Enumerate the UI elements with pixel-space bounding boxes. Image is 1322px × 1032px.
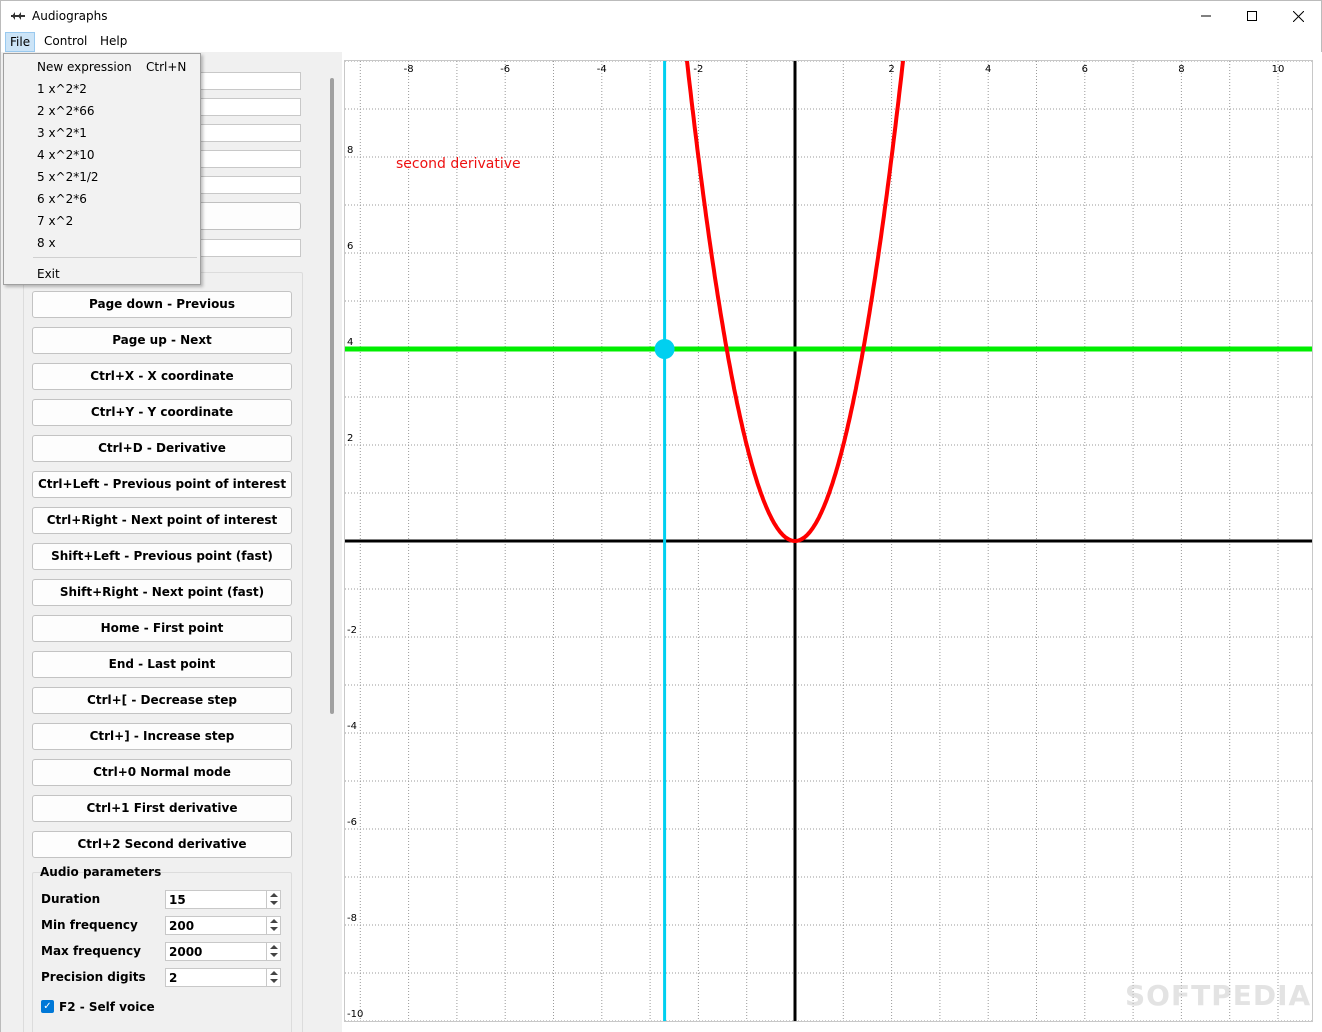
self-voice-checkbox[interactable]: ✓ [41,1000,54,1013]
maximize-icon [1247,11,1257,21]
spin-up-icon[interactable] [270,971,278,975]
menu-recent-expression[interactable]: 1 x^2*2 [37,82,87,96]
menu-new-expression[interactable]: New expression [37,60,132,74]
command-button[interactable]: Ctrl+0 Normal mode [32,759,292,786]
menu-recent-expression[interactable]: 2 x^2*66 [37,104,95,118]
command-button[interactable]: Shift+Right - Next point (fast) [32,579,292,606]
minimize-button[interactable] [1183,1,1229,31]
command-button[interactable]: Page down - Previous [32,291,292,318]
menu-new-expression-shortcut: Ctrl+N [146,60,187,74]
close-icon [1292,10,1304,22]
y-tick-label: -6 [347,817,357,828]
minimize-icon [1201,15,1211,17]
spin-down-icon[interactable] [270,901,278,905]
param-value: 200 [169,919,195,933]
spin-down-icon[interactable] [270,979,278,983]
graph-canvas[interactable]: -8 -6 -4 -2 2 4 6 8 10 8 6 4 2 -2 -4 -6 -8 -10 second deri… [344,32,1313,1022]
spin-arrows[interactable] [266,943,280,960]
window-title: Audiographs [32,9,108,23]
spin-arrows[interactable] [266,891,280,908]
x-tick-label: -4 [597,64,607,75]
y-tick-label: -4 [347,721,357,732]
title-bar: Audiographs [0,0,1322,31]
self-voice-label: F2 - Self voice [59,1000,155,1014]
x-tick-label: 2 [888,64,894,75]
command-button[interactable]: Ctrl+[ - Decrease step [32,687,292,714]
y-tick-label: 2 [347,433,353,444]
close-button[interactable] [1275,1,1321,31]
menu-file[interactable]: File [5,32,36,52]
param-label: Max frequency [41,944,141,958]
y-tick-label: -2 [347,625,357,636]
command-button[interactable]: Ctrl+Y - Y coordinate [32,399,292,426]
command-button[interactable]: Home - First point [32,615,292,642]
menu-recent-expression[interactable]: 3 x^2*1 [37,126,87,140]
x-tick-label: 6 [1082,64,1088,75]
param-spinbox[interactable]: 15 [165,890,281,909]
y-tick-label: 4 [347,337,353,348]
param-label: Precision digits [41,970,146,984]
panel-scrollbar[interactable] [319,64,337,1032]
menu-recent-expression[interactable]: 4 x^2*10 [37,148,95,162]
command-button[interactable]: End - Last point [32,651,292,678]
spin-arrows[interactable] [266,917,280,934]
y-tick-label: 8 [347,145,353,156]
command-button[interactable]: Ctrl+Left - Previous point of interest [32,471,292,498]
y-tick-label: -10 [347,1009,363,1020]
param-value: 2000 [169,945,203,959]
maximize-button[interactable] [1229,1,1275,31]
app-icon [11,12,25,20]
y-tick-label: -8 [347,913,357,924]
param-spinbox[interactable]: 2 [165,968,281,987]
x-tick-label: -6 [500,64,510,75]
x-tick-label: 8 [1178,64,1184,75]
menu-bar: File Control Help [0,31,1322,52]
y-tick-label: 6 [347,241,353,252]
menu-recent-expression[interactable]: 7 x^2 [37,214,73,228]
cursor-point [654,339,675,359]
spin-up-icon[interactable] [270,945,278,949]
file-menu-dropdown: New expression Ctrl+N 1 x^2*2 2 x^2*66 3 x… [3,53,201,285]
menu-recent-expression[interactable]: 8 x [37,236,56,250]
graph-mode-label: second derivative [396,156,521,172]
audio-parameters-title: Audio parameters [40,865,162,879]
spin-up-icon[interactable] [270,893,278,897]
spin-down-icon[interactable] [270,927,278,931]
x-tick-label: -8 [404,64,414,75]
graph-plot: -8 -6 -4 -2 2 4 6 8 10 8 6 4 2 -2 -4 -6 -8 -10 second deri… [345,32,1312,1022]
param-label: Duration [41,892,101,906]
watermark: SOFTPEDIA [1125,979,1312,1012]
menu-help[interactable]: Help [96,34,131,48]
param-spinbox[interactable]: 200 [165,916,281,935]
x-tick-label: -2 [693,64,703,75]
param-value: 15 [169,893,186,907]
command-button[interactable]: Ctrl+D - Derivative [32,435,292,462]
command-button[interactable]: Ctrl+2 Second derivative [32,831,292,858]
param-label: Min frequency [41,918,138,932]
command-button[interactable]: Ctrl+] - Increase step [32,723,292,750]
menu-exit[interactable]: Exit [37,267,60,281]
menu-separator [33,257,197,258]
spin-arrows[interactable] [266,969,280,986]
param-spinbox[interactable]: 2000 [165,942,281,961]
x-tick-label: 4 [985,64,991,75]
param-value: 2 [169,971,178,985]
spin-down-icon[interactable] [270,953,278,957]
spin-up-icon[interactable] [270,919,278,923]
command-button[interactable]: Ctrl+X - X coordinate [32,363,292,390]
menu-recent-expression[interactable]: 6 x^2*6 [37,192,87,206]
x-tick-label: 10 [1272,64,1285,75]
menu-recent-expression[interactable]: 5 x^2*1/2 [37,170,99,184]
command-button[interactable]: Ctrl+Right - Next point of interest [32,507,292,534]
panel-scrollbar-thumb[interactable] [330,78,334,714]
command-button[interactable]: Ctrl+1 First derivative [32,795,292,822]
command-button[interactable]: Page up - Next [32,327,292,354]
command-button[interactable]: Shift+Left - Previous point (fast) [32,543,292,570]
menu-control[interactable]: Control [40,34,91,48]
